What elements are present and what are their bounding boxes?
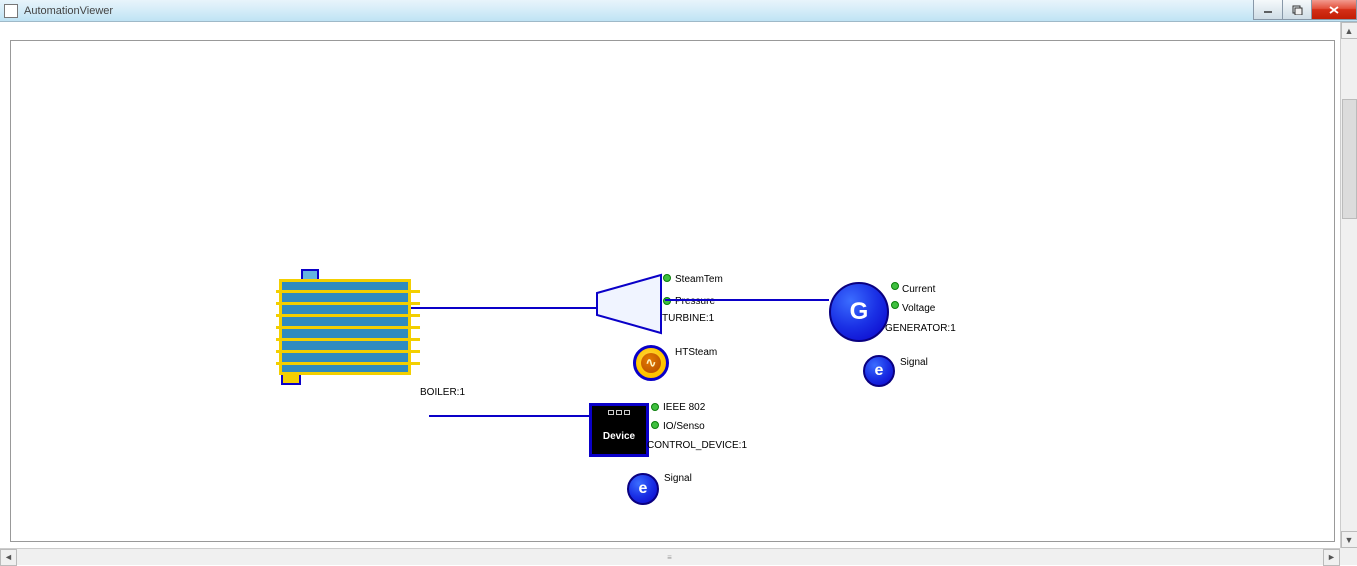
minimize-button[interactable] (1253, 0, 1283, 20)
wire-turbine-generator (665, 299, 829, 301)
control-device-node[interactable]: Device (589, 403, 649, 457)
device-caption: Device (603, 431, 635, 442)
maximize-button[interactable] (1282, 0, 1312, 20)
turbine-port-steamtemp-icon[interactable] (663, 274, 671, 282)
wire-boiler-turbine (411, 307, 597, 309)
generator-port-voltage-icon[interactable] (891, 301, 899, 309)
htsteam-node[interactable]: ∿ (633, 345, 669, 381)
device-label: CONTROL_DEVICE:1 (647, 440, 747, 451)
turbine-port-pressure-label: Pressure (675, 296, 715, 307)
close-button[interactable] (1311, 0, 1357, 20)
device-port-io-label: IO/Senso (663, 421, 705, 432)
signal-label-1: Signal (664, 473, 692, 484)
signal-glyph-1: e (639, 480, 648, 498)
vscroll-thumb[interactable] (1342, 99, 1357, 219)
device-port-io-icon[interactable] (651, 421, 659, 429)
turbine-node[interactable] (595, 273, 663, 335)
scroll-grip-icon: ≡ (667, 553, 673, 562)
wire-boiler-device (429, 415, 589, 417)
boiler-bottom-connector-icon (281, 375, 301, 385)
workspace: BOILER:1 SteamTem Pressure TURBINE:1 ∿ H… (0, 22, 1357, 565)
scroll-corner (1340, 548, 1357, 565)
scroll-left-button[interactable]: ◄ (0, 549, 17, 566)
horizontal-scrollbar[interactable]: ◄ ≡ ► (0, 548, 1340, 565)
steam-icon: ∿ (641, 353, 661, 373)
device-port-ieee-label: IEEE 802 (663, 402, 705, 413)
generator-label: GENERATOR:1 (885, 323, 956, 334)
signal-node-2[interactable]: e (863, 355, 895, 387)
device-port-ieee-icon[interactable] (651, 403, 659, 411)
vertical-scrollbar[interactable]: ▲ ▼ (1340, 22, 1357, 548)
htsteam-label: HTSteam (675, 347, 717, 358)
boiler-label: BOILER:1 (420, 387, 465, 398)
hscroll-track[interactable]: ≡ (17, 549, 1323, 565)
boiler-node[interactable] (279, 279, 411, 375)
generator-glyph: G (850, 298, 869, 326)
generator-port-voltage-label: Voltage (902, 303, 935, 314)
signal-glyph-2: e (875, 362, 884, 380)
generator-node[interactable]: G (829, 282, 889, 342)
scroll-up-button[interactable]: ▲ (1341, 22, 1357, 39)
generator-port-current-icon[interactable] (891, 282, 899, 290)
scroll-right-button[interactable]: ► (1323, 549, 1340, 566)
scroll-down-button[interactable]: ▼ (1341, 531, 1357, 548)
boiler-top-connector-icon (301, 269, 319, 279)
device-slots-icon (608, 410, 630, 415)
vscroll-track[interactable] (1341, 39, 1357, 531)
diagram-canvas[interactable]: BOILER:1 SteamTem Pressure TURBINE:1 ∿ H… (10, 40, 1335, 542)
title-bar: AutomationViewer (0, 0, 1357, 22)
signal-label-2: Signal (900, 357, 928, 368)
generator-port-current-label: Current (902, 284, 935, 295)
window-title: AutomationViewer (24, 5, 113, 17)
app-icon (4, 4, 18, 18)
signal-node-1[interactable]: e (627, 473, 659, 505)
window-controls (1254, 0, 1357, 21)
turbine-label: TURBINE:1 (662, 313, 714, 324)
turbine-port-steamtemp-label: SteamTem (675, 274, 723, 285)
